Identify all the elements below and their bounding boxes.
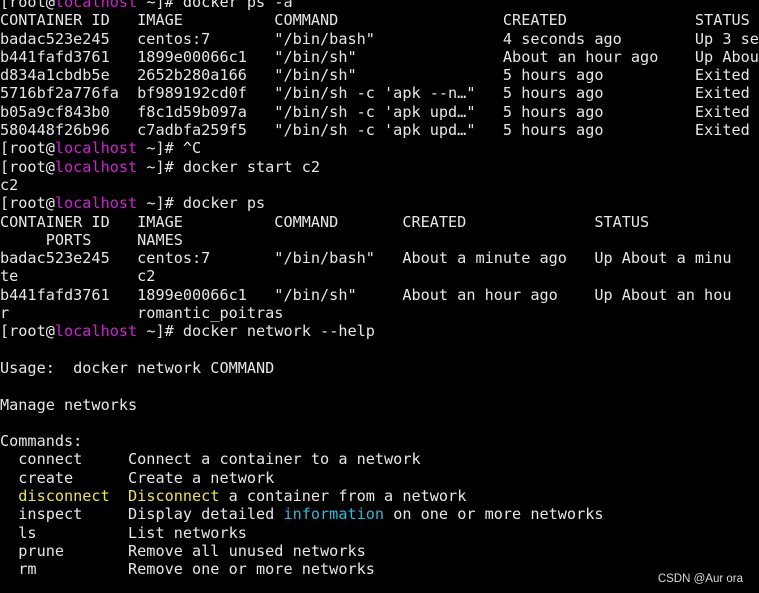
terminal-line: disconnect Disconnect a container from a… [0,487,759,505]
terminal-text: create Create a network [0,468,275,487]
terminal-text: information [283,505,385,524]
terminal-text: Commands: [0,432,83,451]
terminal-text: [root@ [0,157,55,176]
terminal-text: prune Remove all unused networks [0,541,366,560]
hostname-text: localhost [54,194,138,213]
hostname-text: localhost [54,322,138,341]
terminal-text: rm Remove one or more networks [0,560,375,579]
terminal-text: disconnect [0,487,110,506]
terminal-text: a container from a network [219,487,467,506]
terminal-line: b441fafd3761 1899e00066c1 "/bin/sh" Abou… [0,286,759,304]
terminal-text: ~]# docker ps [137,194,266,213]
terminal-line: CONTAINER ID IMAGE COMMAND CREATED STATU… [0,213,759,231]
terminal-line: c2 [0,176,759,194]
terminal-line: rm Remove one or more networks [0,560,759,578]
terminal-text: ~]# ^C [137,139,202,158]
terminal-text: b441fafd3761 1899e00066c1 "/bin/sh" Abou… [0,285,732,304]
terminal-line: [root@localhost ~]# docker network --hel… [0,322,759,340]
terminal-text: te c2 [0,267,156,286]
terminal-text: [root@ [0,322,55,341]
terminal-line: Commands: [0,432,759,450]
terminal-line: create Create a network [0,469,759,487]
terminal-text: [root@ [0,0,55,11]
terminal-line: PORTS NAMES [0,231,759,249]
terminal-text: PORTS NAMES [0,230,183,249]
terminal-line: inspect Display detailed information on … [0,505,759,523]
terminal-text: [root@ [0,194,55,213]
terminal-text: connect Connect a container to a network [0,450,421,469]
watermark-text: CSDN @Aur ora [657,573,743,585]
terminal-line: r romantic_poitras [0,304,759,322]
terminal-line: prune Remove all unused networks [0,542,759,560]
terminal-text: Usage: docker network COMMAND [0,358,275,377]
terminal-line: [root@localhost ~]# docker ps -a [0,0,759,11]
terminal-line: [root@localhost ~]# docker start c2 [0,158,759,176]
terminal-output[interactable]: [root@localhost ~]# docker ps -a CONTAINE… [0,0,759,579]
terminal-text: r romantic_poitras [0,304,284,323]
terminal-line: Usage: docker network COMMAND [0,359,759,377]
terminal-line: b441fafd3761 1899e00066c1 "/bin/sh" Abou… [0,48,759,66]
terminal-line: connect Connect a container to a network [0,450,759,468]
terminal-text: c2 [0,175,19,194]
terminal-line: ls List networks [0,524,759,542]
terminal-text: on one or more networks [384,505,604,524]
terminal-text: CONTAINER ID IMAGE COMMAND CREATED STATU… [0,212,650,231]
terminal-text: ~]# docker ps -a [137,0,293,11]
terminal-line: CONTAINER ID IMAGE COMMAND CREATED STATU… [0,11,759,29]
terminal-line: b05a9cf843b0 f8c1d59b097a "/bin/sh -c 'a… [0,103,759,121]
terminal-text: [root@ [0,139,55,158]
terminal-text: Disconnect [128,487,220,506]
terminal-text: b441fafd3761 1899e00066c1 "/bin/sh" Abou… [0,47,759,66]
terminal-line: [root@localhost ~]# docker ps [0,194,759,212]
terminal-text: ~]# docker network --help [137,322,375,341]
terminal-text: b05a9cf843b0 f8c1d59b097a "/bin/sh -c 'a… [0,102,759,121]
terminal-text: Manage networks [0,395,138,414]
terminal-line: d834a1cbdb5e 2652b280a166 "/bin/sh" 5 ho… [0,66,759,84]
hostname-text: localhost [54,157,138,176]
terminal-text: badac523e245 centos:7 "/bin/bash" 4 seco… [0,29,759,48]
terminal-text: d834a1cbdb5e 2652b280a166 "/bin/sh" 5 ho… [0,66,759,85]
terminal-text: inspect Display detailed [0,505,284,524]
terminal-line: [root@localhost ~]# ^C [0,139,759,157]
terminal-line: badac523e245 centos:7 "/bin/bash" About … [0,249,759,267]
terminal-text: badac523e245 centos:7 "/bin/bash" About … [0,249,732,268]
terminal-text: ~]# docker start c2 [137,157,321,176]
hostname-text: localhost [54,0,138,11]
terminal-line: Manage networks [0,396,759,414]
terminal-line: 5716bf2a776fa bf989192cd0f "/bin/sh -c '… [0,84,759,102]
terminal-text: CONTAINER ID IMAGE COMMAND CREATED STATU… [0,11,750,30]
terminal-text: 5716bf2a776fa bf989192cd0f "/bin/sh -c '… [0,84,759,103]
terminal-line: 580448f26b96 c7adbfa259f5 "/bin/sh -c 'a… [0,121,759,139]
hostname-text: localhost [54,139,138,158]
terminal-line: te c2 [0,267,759,285]
terminal-line: badac523e245 centos:7 "/bin/bash" 4 seco… [0,30,759,48]
terminal-text: ls List networks [0,523,247,542]
terminal-text: 580448f26b96 c7adbfa259f5 "/bin/sh -c 'a… [0,121,759,140]
